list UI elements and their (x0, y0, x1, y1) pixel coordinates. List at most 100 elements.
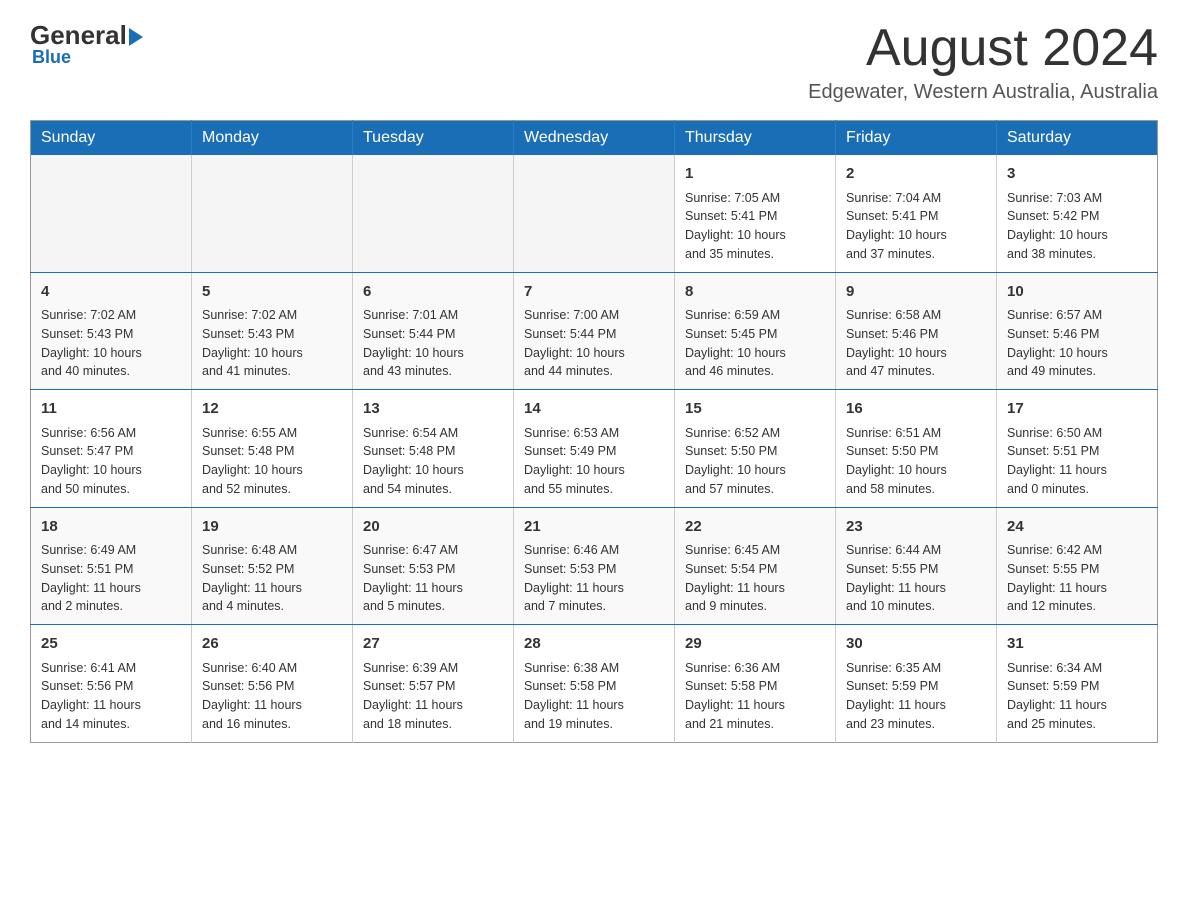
calendar-cell: 11Sunrise: 6:56 AM Sunset: 5:47 PM Dayli… (31, 390, 192, 508)
day-number: 30 (846, 633, 986, 656)
calendar-cell: 4Sunrise: 7:02 AM Sunset: 5:43 PM Daylig… (31, 272, 192, 390)
day-info: Sunrise: 6:50 AM Sunset: 5:51 PM Dayligh… (1007, 424, 1147, 499)
day-number: 28 (524, 633, 664, 656)
calendar-cell: 30 Sunrise: 6:35 AM Sunset: 5:59 PM Dayli… (836, 625, 997, 743)
calendar-week-row: 18Sunrise: 6:49 AM Sunset: 5:51 PM Dayli… (31, 507, 1158, 625)
day-number: 4 (41, 281, 181, 304)
day-number: 20 (363, 516, 503, 539)
day-number: 17 (1007, 398, 1147, 421)
calendar-cell (31, 155, 192, 272)
day-info: Sunrise: 6:56 AM Sunset: 5:47 PM Dayligh… (41, 424, 181, 499)
day-number: 27 (363, 633, 503, 656)
calendar-cell: 27 Sunrise: 6:39 AM Sunset: 5:57 PM Dayli… (353, 625, 514, 743)
calendar-cell: 29 Sunrise: 6:36 AM Sunset: 5:58 PM Dayli… (675, 625, 836, 743)
day-info: Sunrise: 6:52 AM Sunset: 5:50 PM Dayligh… (685, 424, 825, 499)
day-info: Sunrise: 6:42 AM Sunset: 5:55 PM Dayligh… (1007, 541, 1147, 616)
title-section: August 2024 Edgewater, Western Australia… (808, 20, 1158, 104)
day-number: 2 (846, 163, 986, 186)
calendar-week-row: 11Sunrise: 6:56 AM Sunset: 5:47 PM Dayli… (31, 390, 1158, 508)
calendar-cell: 3Sunrise: 7:03 AM Sunset: 5:42 PM Daylig… (997, 155, 1158, 272)
day-number: 26 (202, 633, 342, 656)
calendar-cell: 19Sunrise: 6:48 AM Sunset: 5:52 PM Dayli… (192, 507, 353, 625)
calendar-week-row: 4Sunrise: 7:02 AM Sunset: 5:43 PM Daylig… (31, 272, 1158, 390)
calendar-cell: 25 Sunrise: 6:41 AM Sunset: 5:56 PM Dayli… (31, 625, 192, 743)
calendar-week-row: 1Sunrise: 7:05 AM Sunset: 5:41 PM Daylig… (31, 155, 1158, 272)
day-number: 25 (41, 633, 181, 656)
day-info: Sunrise: 6:59 AM Sunset: 5:45 PM Dayligh… (685, 306, 825, 381)
calendar-cell: 21Sunrise: 6:46 AM Sunset: 5:53 PM Dayli… (514, 507, 675, 625)
calendar-cell: 5Sunrise: 7:02 AM Sunset: 5:43 PM Daylig… (192, 272, 353, 390)
calendar-cell (353, 155, 514, 272)
day-number: 22 (685, 516, 825, 539)
day-info: Sunrise: 6:45 AM Sunset: 5:54 PM Dayligh… (685, 541, 825, 616)
day-number: 19 (202, 516, 342, 539)
day-number: 8 (685, 281, 825, 304)
calendar-cell: 24Sunrise: 6:42 AM Sunset: 5:55 PM Dayli… (997, 507, 1158, 625)
day-info: Sunrise: 7:04 AM Sunset: 5:41 PM Dayligh… (846, 189, 986, 264)
day-info: Sunrise: 6:48 AM Sunset: 5:52 PM Dayligh… (202, 541, 342, 616)
day-info: Sunrise: 6:54 AM Sunset: 5:48 PM Dayligh… (363, 424, 503, 499)
day-info: Sunrise: 6:40 AM Sunset: 5:56 PM Dayligh… (202, 659, 342, 734)
calendar-cell: 26 Sunrise: 6:40 AM Sunset: 5:56 PM Dayli… (192, 625, 353, 743)
calendar-cell: 2 Sunrise: 7:04 AM Sunset: 5:41 PM Daylig… (836, 155, 997, 272)
day-info: Sunrise: 7:02 AM Sunset: 5:43 PM Dayligh… (202, 306, 342, 381)
day-info: Sunrise: 6:51 AM Sunset: 5:50 PM Dayligh… (846, 424, 986, 499)
calendar-cell: 7Sunrise: 7:00 AM Sunset: 5:44 PM Daylig… (514, 272, 675, 390)
day-info: Sunrise: 6:39 AM Sunset: 5:57 PM Dayligh… (363, 659, 503, 734)
day-number: 12 (202, 398, 342, 421)
calendar-cell: 16 Sunrise: 6:51 AM Sunset: 5:50 PM Dayli… (836, 390, 997, 508)
day-number: 14 (524, 398, 664, 421)
calendar-cell: 17 Sunrise: 6:50 AM Sunset: 5:51 PM Dayli… (997, 390, 1158, 508)
calendar-header-row: SundayMondayTuesdayWednesdayThursdayFrid… (31, 121, 1158, 156)
calendar-header-sunday: Sunday (31, 121, 192, 156)
day-info: Sunrise: 7:02 AM Sunset: 5:43 PM Dayligh… (41, 306, 181, 381)
day-info: Sunrise: 6:57 AM Sunset: 5:46 PM Dayligh… (1007, 306, 1147, 381)
day-number: 7 (524, 281, 664, 304)
day-info: Sunrise: 6:58 AM Sunset: 5:46 PM Dayligh… (846, 306, 986, 381)
calendar-header-thursday: Thursday (675, 121, 836, 156)
calendar-cell: 20Sunrise: 6:47 AM Sunset: 5:53 PM Dayli… (353, 507, 514, 625)
day-number: 23 (846, 516, 986, 539)
logo-arrow-icon (129, 28, 143, 46)
calendar-cell: 28 Sunrise: 6:38 AM Sunset: 5:58 PM Dayli… (514, 625, 675, 743)
day-info: Sunrise: 6:53 AM Sunset: 5:49 PM Dayligh… (524, 424, 664, 499)
day-number: 16 (846, 398, 986, 421)
calendar-header-saturday: Saturday (997, 121, 1158, 156)
day-info: Sunrise: 6:34 AM Sunset: 5:59 PM Dayligh… (1007, 659, 1147, 734)
calendar-cell: 18Sunrise: 6:49 AM Sunset: 5:51 PM Dayli… (31, 507, 192, 625)
day-number: 3 (1007, 163, 1147, 186)
day-info: Sunrise: 6:35 AM Sunset: 5:59 PM Dayligh… (846, 659, 986, 734)
calendar-cell: 1Sunrise: 7:05 AM Sunset: 5:41 PM Daylig… (675, 155, 836, 272)
page-header: General Blue August 2024 Edgewater, West… (30, 20, 1158, 104)
calendar-table: SundayMondayTuesdayWednesdayThursdayFrid… (30, 120, 1158, 743)
day-number: 1 (685, 163, 825, 186)
day-number: 18 (41, 516, 181, 539)
day-number: 29 (685, 633, 825, 656)
day-info: Sunrise: 6:55 AM Sunset: 5:48 PM Dayligh… (202, 424, 342, 499)
main-title: August 2024 (808, 20, 1158, 77)
day-number: 6 (363, 281, 503, 304)
calendar-cell (514, 155, 675, 272)
day-number: 10 (1007, 281, 1147, 304)
calendar-cell: 12 Sunrise: 6:55 AM Sunset: 5:48 PM Dayli… (192, 390, 353, 508)
day-info: Sunrise: 6:41 AM Sunset: 5:56 PM Dayligh… (41, 659, 181, 734)
day-info: Sunrise: 6:36 AM Sunset: 5:58 PM Dayligh… (685, 659, 825, 734)
calendar-cell: 13Sunrise: 6:54 AM Sunset: 5:48 PM Dayli… (353, 390, 514, 508)
calendar-header-wednesday: Wednesday (514, 121, 675, 156)
calendar-header-friday: Friday (836, 121, 997, 156)
day-info: Sunrise: 7:01 AM Sunset: 5:44 PM Dayligh… (363, 306, 503, 381)
calendar-cell: 10Sunrise: 6:57 AM Sunset: 5:46 PM Dayli… (997, 272, 1158, 390)
calendar-header-monday: Monday (192, 121, 353, 156)
location-subtitle: Edgewater, Western Australia, Australia (808, 81, 1158, 104)
day-number: 5 (202, 281, 342, 304)
day-info: Sunrise: 6:46 AM Sunset: 5:53 PM Dayligh… (524, 541, 664, 616)
day-info: Sunrise: 6:44 AM Sunset: 5:55 PM Dayligh… (846, 541, 986, 616)
day-info: Sunrise: 6:38 AM Sunset: 5:58 PM Dayligh… (524, 659, 664, 734)
calendar-cell (192, 155, 353, 272)
day-info: Sunrise: 7:00 AM Sunset: 5:44 PM Dayligh… (524, 306, 664, 381)
logo: General Blue (30, 20, 143, 68)
calendar-cell: 6Sunrise: 7:01 AM Sunset: 5:44 PM Daylig… (353, 272, 514, 390)
calendar-week-row: 25 Sunrise: 6:41 AM Sunset: 5:56 PM Dayli… (31, 625, 1158, 743)
day-info: Sunrise: 6:47 AM Sunset: 5:53 PM Dayligh… (363, 541, 503, 616)
calendar-cell: 23Sunrise: 6:44 AM Sunset: 5:55 PM Dayli… (836, 507, 997, 625)
